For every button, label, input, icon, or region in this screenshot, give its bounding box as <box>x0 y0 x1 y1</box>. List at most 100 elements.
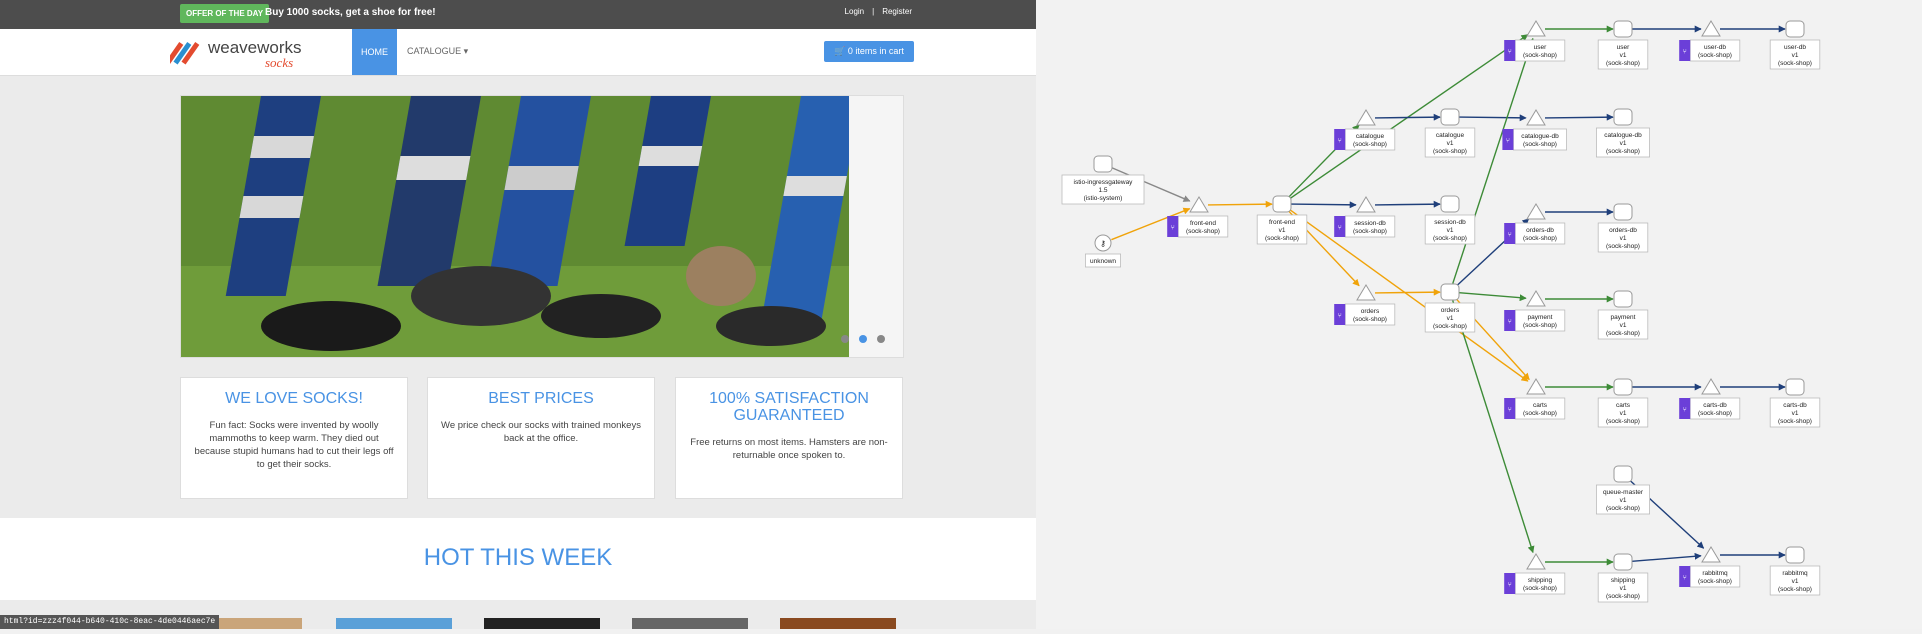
graph-edge[interactable] <box>1289 34 1529 200</box>
graph-edge[interactable] <box>1374 288 1441 296</box>
weaveworks-socks-logo[interactable]: weaveworks socks <box>165 35 330 71</box>
node-label: queue-master <box>1603 489 1644 496</box>
feature-text: Free returns on most items. Hamsters are… <box>690 437 888 461</box>
product-thumbnail[interactable] <box>336 618 452 629</box>
product-thumbnail[interactable] <box>484 618 600 629</box>
graph-node-user_w[interactable]: userv1(sock-shop) <box>1597 20 1649 70</box>
graph-node-fe_w[interactable]: front-endv1(sock-shop) <box>1256 195 1308 245</box>
hot-section: HOT THIS WEEK <box>0 518 1036 600</box>
register-link[interactable]: Register <box>882 7 912 16</box>
hero-photo <box>181 96 849 357</box>
node-label: (sock-shop) <box>1353 141 1387 148</box>
node-label: (sock-shop) <box>1523 410 1557 417</box>
node-label: (sock-shop) <box>1523 52 1557 59</box>
graph-edge[interactable] <box>1544 113 1614 121</box>
node-label: rabbitmq <box>1782 570 1808 577</box>
service-graph: istio-ingressgateway1.5(istio-system) ⚷ un… <box>1061 20 1821 603</box>
node-label: v1 <box>1279 227 1286 234</box>
graph-node-orddb_w[interactable]: orders-dbv1(sock-shop) <box>1597 203 1649 253</box>
graph-edge[interactable] <box>1458 292 1527 302</box>
node-label: v1 <box>1620 140 1627 147</box>
node-label: session-db <box>1434 219 1466 226</box>
node-label: (sock-shop) <box>1433 148 1467 155</box>
graph-node-sess_svc[interactable]: ⑂ session-db(sock-shop) <box>1334 196 1396 238</box>
graph-edge[interactable] <box>1458 114 1527 122</box>
feature-title: WE LOVE SOCKS! <box>225 390 363 407</box>
node-label: (sock-shop) <box>1433 235 1467 242</box>
node-label: (sock-shop) <box>1778 418 1812 425</box>
cart-button[interactable]: 🛒 0 items in cart <box>824 41 914 62</box>
node-label: catalogue <box>1356 133 1385 140</box>
account-links: Login | Register <box>841 7 916 16</box>
feature-box: 100% SATISFACTION GUARANTEED Free return… <box>675 377 903 499</box>
node-label: shipping <box>1528 577 1553 584</box>
graph-node-ship_svc[interactable]: ⑂ shipping(sock-shop) <box>1504 553 1566 595</box>
logo-sub-text: socks <box>265 55 293 70</box>
graph-node-userdb_w[interactable]: user-dbv1(sock-shop) <box>1769 20 1821 70</box>
graph-node-gw[interactable]: istio-ingressgateway1.5(istio-system) <box>1061 155 1145 205</box>
graph-node-cat_w[interactable]: cataloguev1(sock-shop) <box>1424 108 1476 158</box>
product-thumbnail[interactable] <box>780 618 896 629</box>
node-label: (sock-shop) <box>1606 243 1640 250</box>
graph-node-rmq_svc[interactable]: ⑂ rabbitmq(sock-shop) <box>1679 546 1741 588</box>
graph-node-rmq_w[interactable]: rabbitmqv1(sock-shop) <box>1769 546 1821 596</box>
carousel-dot[interactable] <box>841 335 849 343</box>
svg-text:⑂: ⑂ <box>1338 225 1342 232</box>
graph-node-ord_svc[interactable]: ⑂ orders(sock-shop) <box>1334 284 1396 326</box>
graph-node-cartsdb_svc[interactable]: ⑂ carts-db(sock-shop) <box>1679 378 1741 420</box>
graph-node-userdb_svc[interactable]: ⑂ user-db(sock-shop) <box>1679 20 1741 62</box>
node-label: catalogue-db <box>1521 133 1559 140</box>
feature-title: BEST PRICES <box>488 390 594 407</box>
node-label: rabbitmq <box>1702 570 1728 577</box>
node-label: (sock-shop) <box>1698 410 1732 417</box>
graph-node-catdb_w[interactable]: catalogue-dbv1(sock-shop) <box>1596 108 1651 158</box>
carousel-dot-active[interactable] <box>859 335 867 343</box>
node-label: (sock-shop) <box>1353 228 1387 235</box>
nav-catalogue[interactable]: CATALOGUE ▾ <box>407 46 468 57</box>
feature-text: Fun fact: Socks were invented by woolly … <box>194 420 394 470</box>
graph-node-cartsdb_w[interactable]: carts-dbv1(sock-shop) <box>1769 378 1821 428</box>
node-label: v1 <box>1620 322 1627 329</box>
carousel-dot[interactable] <box>877 335 885 343</box>
graph-node-orddb_svc[interactable]: ⑂ orders-db(sock-shop) <box>1504 203 1566 245</box>
node-label: carts <box>1533 402 1548 409</box>
svg-text:⑂: ⑂ <box>1508 49 1512 56</box>
node-label: (sock-shop) <box>1606 148 1640 155</box>
graph-edge[interactable] <box>1374 113 1441 121</box>
node-label: (sock-shop) <box>1606 418 1640 425</box>
graph-edge[interactable] <box>1207 200 1273 208</box>
node-label: v1 <box>1792 52 1799 59</box>
graph-edge[interactable] <box>1290 201 1357 209</box>
node-label: (sock-shop) <box>1186 228 1220 235</box>
graph-node-carts_svc[interactable]: ⑂ carts(sock-shop) <box>1504 378 1566 420</box>
node-label: orders-db <box>1526 227 1554 234</box>
graph-node-catdb_svc[interactable]: ⑂ catalogue-db(sock-shop) <box>1502 109 1567 151</box>
graph-node-carts_w[interactable]: cartsv1(sock-shop) <box>1597 378 1649 428</box>
nav-home[interactable]: HOME <box>352 29 397 75</box>
graph-node-ord_w[interactable]: ordersv1(sock-shop) <box>1424 283 1476 333</box>
status-url: html?id=zzz4f044-b640-410c-8eac-4de0446a… <box>0 615 220 629</box>
graph-edge[interactable] <box>1631 552 1702 562</box>
feature-title: 100% SATISFACTION GUARANTEED <box>709 390 869 424</box>
graph-edge[interactable] <box>1452 37 1535 284</box>
graph-node-user_svc[interactable]: ⑂ user(sock-shop) <box>1504 20 1566 62</box>
login-link[interactable]: Login <box>845 7 865 16</box>
graph-edge[interactable] <box>1374 200 1441 208</box>
graph-node-cat_svc[interactable]: ⑂ catalogue(sock-shop) <box>1334 109 1396 151</box>
graph-node-sess_w[interactable]: session-dbv1(sock-shop) <box>1424 195 1476 245</box>
node-label: unknown <box>1090 258 1116 265</box>
feature-box: BEST PRICES We price check our socks wit… <box>427 377 655 499</box>
graph-node-pay_w[interactable]: paymentv1(sock-shop) <box>1597 290 1649 340</box>
product-thumbnail[interactable] <box>632 618 748 629</box>
graph-node-fe_svc[interactable]: ⑂ front-end(sock-shop) <box>1167 196 1229 238</box>
node-label: v1 <box>1620 235 1627 242</box>
graph-node-qm_w[interactable]: queue-masterv1(sock-shop) <box>1596 465 1651 515</box>
node-label: v1 <box>1447 315 1454 322</box>
cart-label: 0 items in cart <box>847 46 904 56</box>
node-label: (sock-shop) <box>1778 586 1812 593</box>
node-label: v1 <box>1447 227 1454 234</box>
node-label: (sock-shop) <box>1606 593 1640 600</box>
link-separator: | <box>872 7 875 16</box>
node-label: (sock-shop) <box>1698 578 1732 585</box>
graph-node-unknown[interactable]: ⚷ unknown <box>1085 234 1122 268</box>
